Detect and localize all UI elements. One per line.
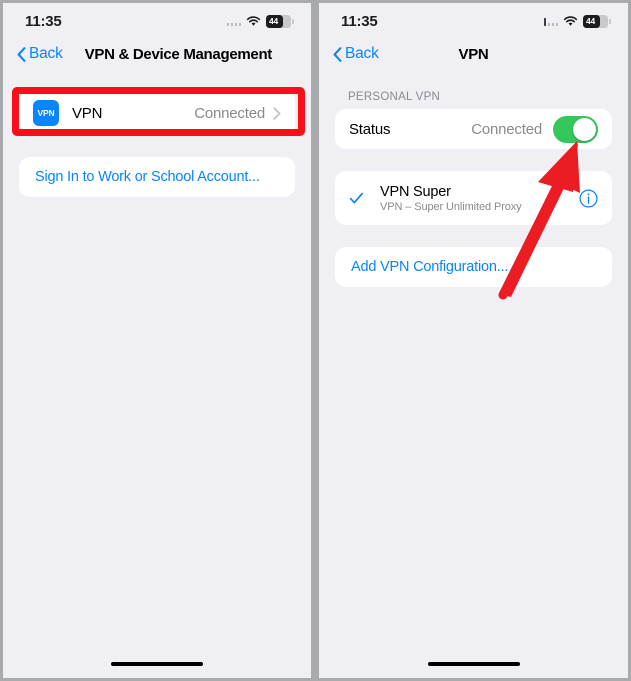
- navigation-bar: Back VPN & Device Management: [3, 39, 311, 69]
- vpn-card: VPN VPN Connected: [19, 91, 295, 135]
- vpn-app-icon: VPN: [33, 100, 59, 126]
- add-config-card: Add VPN Configuration...: [335, 247, 612, 287]
- status-bar-time: 11:35: [341, 12, 378, 30]
- status-bar: 11:35 44: [3, 3, 311, 39]
- status-bar-time: 11:35: [25, 12, 62, 30]
- cellular-signal-icon: [226, 16, 241, 26]
- vpn-config-text: VPN Super VPN – Super Unlimited Proxy: [380, 184, 522, 213]
- section-header-personal-vpn: PERSONAL VPN: [348, 91, 441, 103]
- status-bar-indicators: 44: [543, 14, 611, 28]
- screenshot-stage: 11:35 44 Back VPN & Device Management VP…: [0, 0, 631, 681]
- vpn-row-label: VPN: [72, 104, 103, 122]
- toggle-knob: [573, 117, 596, 141]
- vpn-configurations-card: VPN Super VPN – Super Unlimited Proxy: [335, 171, 612, 225]
- battery-percent: 44: [269, 16, 279, 26]
- vpn-row[interactable]: VPN VPN Connected: [19, 91, 295, 135]
- sign-in-card: Sign In to Work or School Account...: [19, 157, 295, 197]
- navigation-bar: Back VPN: [319, 39, 628, 69]
- status-row: Status Connected: [335, 109, 612, 149]
- status-bar: 11:35 44: [319, 3, 628, 39]
- home-indicator: [427, 661, 520, 666]
- battery-icon: 44: [266, 14, 294, 28]
- right-phone-screen: 11:35 44 Back VPN PERSONAL VPN Status Co…: [319, 3, 628, 678]
- battery-icon: 44: [583, 14, 611, 28]
- add-vpn-configuration-label: Add VPN Configuration...: [351, 259, 509, 275]
- back-button[interactable]: Back: [17, 45, 63, 63]
- sign-in-row[interactable]: Sign In to Work or School Account...: [19, 157, 295, 197]
- vpn-config-title: VPN Super: [380, 183, 451, 200]
- status-card: Status Connected: [335, 109, 612, 149]
- page-title: VPN: [458, 45, 489, 63]
- vpn-config-row[interactable]: VPN Super VPN – Super Unlimited Proxy: [335, 171, 612, 225]
- left-phone-screen: 11:35 44 Back VPN & Device Management VP…: [3, 3, 311, 678]
- chevron-left-icon: [17, 46, 26, 62]
- wifi-icon: [563, 15, 578, 26]
- settings-content: PERSONAL VPN Status Connected VPN Super …: [319, 69, 628, 287]
- status-row-value: Connected: [471, 120, 542, 138]
- back-button-label: Back: [29, 45, 63, 62]
- checkmark-icon: [349, 192, 364, 203]
- status-row-label: Status: [349, 120, 391, 138]
- home-indicator: [111, 661, 203, 666]
- battery-percent: 44: [586, 16, 596, 26]
- vpn-config-subtitle: VPN – Super Unlimited Proxy: [380, 200, 522, 213]
- settings-content: VPN VPN Connected Sign In to Work or Sch…: [3, 69, 311, 197]
- chevron-right-icon: [273, 106, 281, 120]
- info-circle-icon[interactable]: [579, 188, 598, 208]
- cellular-signal-icon: [543, 16, 558, 26]
- page-title: VPN & Device Management: [84, 45, 273, 63]
- sign-in-label: Sign In to Work or School Account...: [35, 169, 260, 185]
- vpn-row-value: Connected: [194, 104, 265, 122]
- wifi-icon: [246, 15, 261, 26]
- status-bar-indicators: 44: [226, 14, 294, 28]
- vpn-status-toggle[interactable]: [553, 115, 598, 143]
- add-vpn-configuration-row[interactable]: Add VPN Configuration...: [335, 247, 612, 287]
